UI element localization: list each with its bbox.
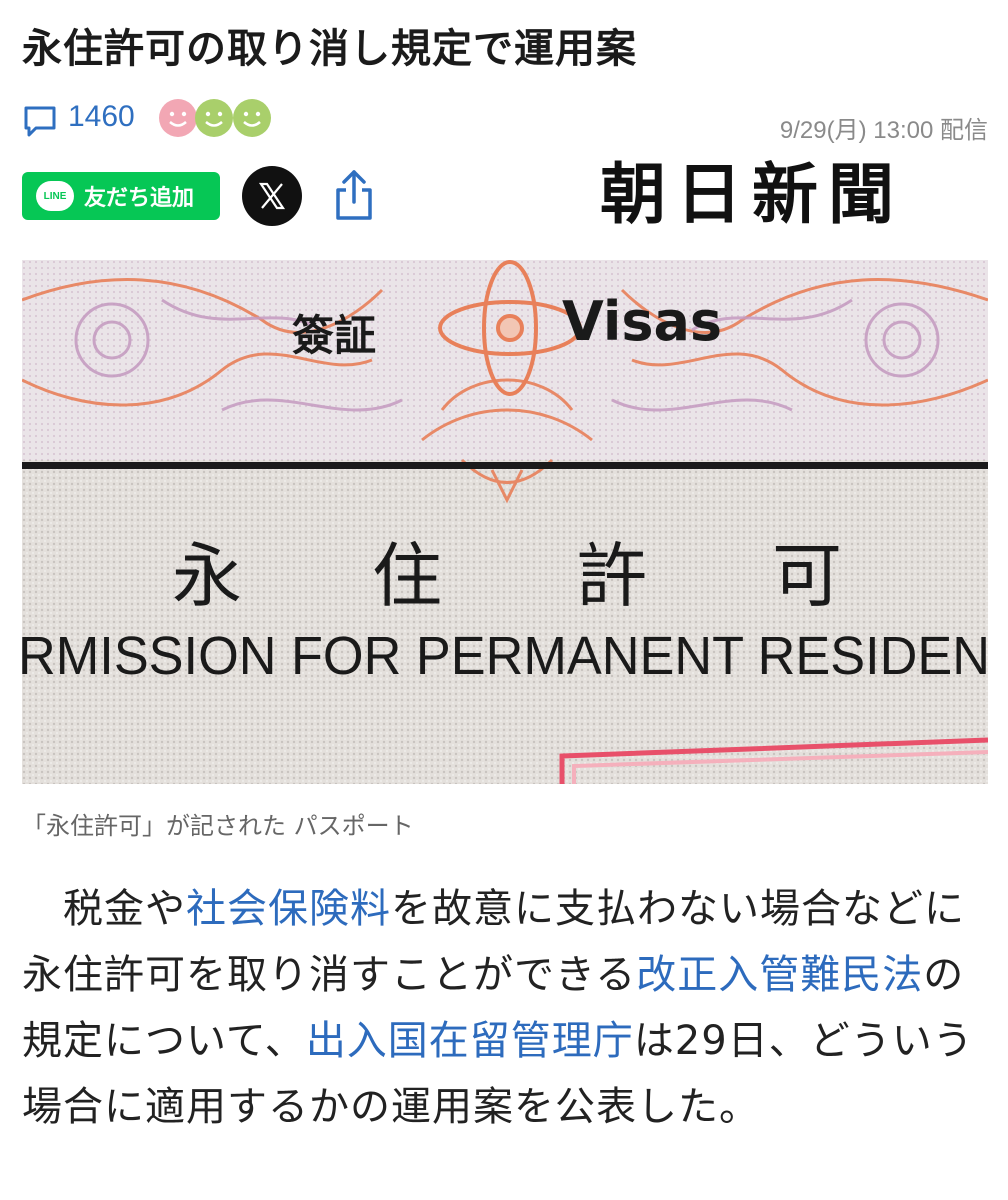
line-logo-text: LINE xyxy=(43,190,67,202)
link-social-insurance[interactable]: 社会保険料 xyxy=(186,886,391,932)
reaction-faces[interactable] xyxy=(158,98,278,142)
photo-visas-en: Visas xyxy=(562,290,722,353)
photo-caption: 「永住許可」が記された パスポート xyxy=(22,812,414,840)
photo-permission-text: RMISSION FOR PERMANENT RESIDEN xyxy=(22,626,988,686)
share-icon[interactable] xyxy=(330,168,378,224)
publish-date: 9/29(月) 13:00 配信 xyxy=(779,117,988,144)
smile-face-icon xyxy=(194,98,234,138)
photo-kanji-1: 永 xyxy=(172,535,242,617)
article-meta: 1460 9/29(月) 13:00 配信 xyxy=(22,96,988,146)
line-add-friend-button[interactable]: LINE 友だち追加 xyxy=(22,172,220,220)
publisher-logo: 朝日新聞 xyxy=(600,155,904,233)
article-body: 税金や社会保険料を故意に支払わない場合などに永住許可を取り消すことができる改正入… xyxy=(22,876,988,1140)
link-immigration-agency[interactable]: 出入国在留管理庁 xyxy=(306,1018,634,1064)
photo-visas-cn: 簽証 xyxy=(292,311,376,360)
body-text-1: 税金や xyxy=(22,886,186,932)
line-logo-icon: LINE xyxy=(36,181,74,211)
comment-icon[interactable] xyxy=(22,104,58,138)
comment-count[interactable]: 1460 xyxy=(68,100,135,134)
photo-kanji-4: 可 xyxy=(772,535,842,617)
x-logo-icon xyxy=(258,182,286,210)
x-share-button[interactable] xyxy=(242,166,302,226)
photo-kanji-3: 許 xyxy=(577,535,647,617)
photo-kanji-2: 住 xyxy=(372,535,442,617)
smile-face-icon xyxy=(158,98,198,138)
article-title: 永住許可の取り消し規定で運用案 xyxy=(22,26,637,72)
smile-face-icon xyxy=(232,98,272,138)
line-add-friend-label: 友だち追加 xyxy=(84,186,195,211)
article-photo[interactable]: 簽証 Visas 永 住 許 可 RMISSION FOR PERMANENT … xyxy=(22,260,988,784)
link-immigration-law[interactable]: 改正入管難民法 xyxy=(636,952,923,998)
